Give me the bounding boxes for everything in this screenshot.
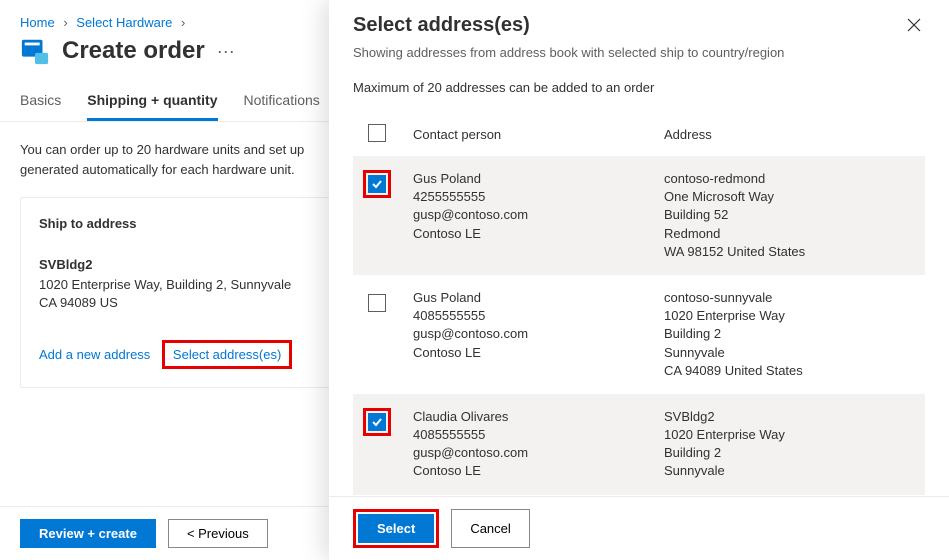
col-address-header: Address [664,127,915,142]
address-row[interactable]: Gus Poland 4085555555 gusp@contoso.com C… [353,275,925,394]
page-title: Create order [62,37,205,65]
highlight-box [363,170,391,198]
select-all-checkbox[interactable] [368,124,386,142]
highlight-box: Select address(es) [162,340,292,369]
addr-l2: 1020 Enterprise Way [664,307,915,325]
contact-company: Contoso LE [413,462,664,480]
previous-button[interactable]: < Previous [168,519,268,548]
addr-l5: WA 98152 United States [664,243,915,261]
contact-name: Gus Poland [413,170,664,188]
address-row[interactable]: Claudia Olivares 4085555555 gusp@contoso… [353,394,925,495]
breadcrumb-select-hardware[interactable]: Select Hardware [76,15,172,30]
contact-cell: Gus Poland 4085555555 gusp@contoso.com C… [413,289,664,362]
cancel-button[interactable]: Cancel [451,509,529,548]
close-icon [907,18,921,32]
contact-email: gusp@contoso.com [413,206,664,224]
highlight-box [363,408,391,436]
order-icon [20,36,50,66]
address-row[interactable]: Gus Poland 4255555555 gusp@contoso.com C… [353,156,925,275]
contact-company: Contoso LE [413,344,664,362]
addr-l4: Redmond [664,225,915,243]
add-new-address-link[interactable]: Add a new address [39,347,150,362]
contact-company: Contoso LE [413,225,664,243]
col-contact-header: Contact person [413,127,664,142]
contact-email: gusp@contoso.com [413,444,664,462]
contact-cell: Gus Poland 4255555555 gusp@contoso.com C… [413,170,664,243]
addr-l3: Building 2 [664,325,915,343]
row-checkbox[interactable] [368,413,386,431]
breadcrumb-home[interactable]: Home [20,15,55,30]
addr-l2: 1020 Enterprise Way [664,426,915,444]
contact-phone: 4085555555 [413,426,664,444]
more-icon[interactable]: ··· [217,41,235,62]
tab-shipping-quantity[interactable]: Shipping + quantity [87,84,217,121]
tab-notifications[interactable]: Notifications [244,84,320,121]
row-checkbox[interactable] [368,294,386,312]
addr-l4: Sunnyvale [664,462,915,480]
addr-l2: One Microsoft Way [664,188,915,206]
review-create-button[interactable]: Review + create [20,519,156,548]
panel-subtitle: Showing addresses from address book with… [329,45,949,60]
addr-l1: contoso-redmond [664,170,915,188]
address-cell: SVBldg2 1020 Enterprise Way Building 2 S… [664,408,915,481]
panel-title: Select address(es) [353,14,530,37]
contact-phone: 4255555555 [413,188,664,206]
address-cell: contoso-redmond One Microsoft Way Buildi… [664,170,915,261]
contact-name: Gus Poland [413,289,664,307]
row-checkbox[interactable] [368,175,386,193]
addr-l3: Building 2 [664,444,915,462]
tab-basics[interactable]: Basics [20,84,61,121]
chevron-right-icon: › [63,15,67,30]
select-addresses-link[interactable]: Select address(es) [173,347,281,362]
addr-l3: Building 52 [664,206,915,224]
select-button[interactable]: Select [358,514,434,543]
table-header: Contact person Address [353,113,925,156]
highlight-box: Select [353,509,439,548]
addr-l1: SVBldg2 [664,408,915,426]
panel-maxnote: Maximum of 20 addresses can be added to … [329,60,949,113]
contact-cell: Claudia Olivares 4085555555 gusp@contoso… [413,408,664,481]
panel-footer: Select Cancel [329,496,949,560]
contact-email: gusp@contoso.com [413,325,664,343]
close-button[interactable] [903,14,925,39]
address-table: Contact person Address Gus Poland 425555… [329,113,949,496]
select-address-panel: Select address(es) Showing addresses fro… [329,0,949,560]
chevron-right-icon: › [181,15,185,30]
contact-name: Claudia Olivares [413,408,664,426]
addr-l4: Sunnyvale [664,344,915,362]
addr-l1: contoso-sunnyvale [664,289,915,307]
addr-l5: CA 94089 United States [664,362,915,380]
address-cell: contoso-sunnyvale 1020 Enterprise Way Bu… [664,289,915,380]
contact-phone: 4085555555 [413,307,664,325]
